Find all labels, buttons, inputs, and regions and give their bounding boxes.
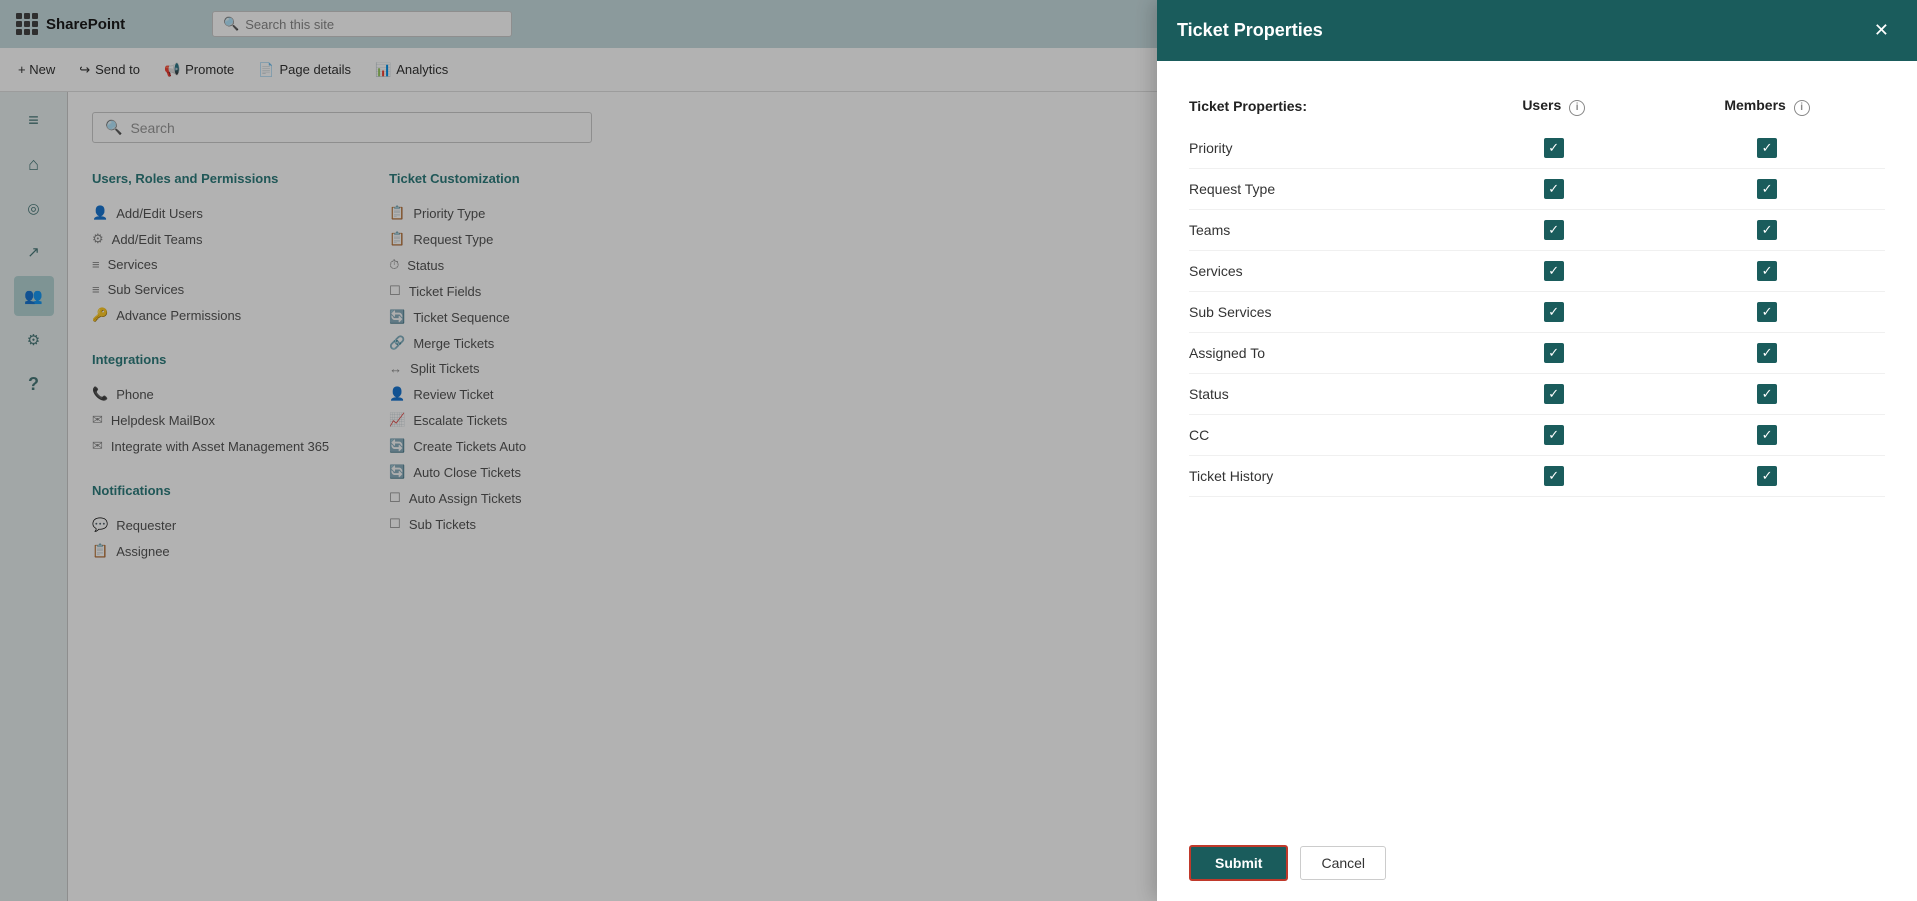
checkbox-checked-icon[interactable]: ✓ — [1544, 466, 1564, 486]
checkbox-checked-icon[interactable]: ✓ — [1757, 302, 1777, 322]
users-check-cell[interactable]: ✓ — [1458, 455, 1649, 496]
members-check-cell[interactable]: ✓ — [1649, 455, 1885, 496]
table-row: Request Type ✓ ✓ — [1189, 168, 1885, 209]
modal-header: Ticket Properties ✕ — [1157, 0, 1917, 61]
checkbox-checked-icon[interactable]: ✓ — [1757, 179, 1777, 199]
members-check-cell[interactable]: ✓ — [1649, 128, 1885, 169]
table-row: Status ✓ ✓ — [1189, 373, 1885, 414]
property-cell: Request Type — [1189, 168, 1458, 209]
checkbox-checked-icon[interactable]: ✓ — [1544, 220, 1564, 240]
users-check-cell[interactable]: ✓ — [1458, 373, 1649, 414]
members-check-cell[interactable]: ✓ — [1649, 291, 1885, 332]
users-info-icon[interactable]: i — [1569, 100, 1585, 116]
table-row: Ticket History ✓ ✓ — [1189, 455, 1885, 496]
table-row: Sub Services ✓ ✓ — [1189, 291, 1885, 332]
property-cell: CC — [1189, 414, 1458, 455]
users-check-cell[interactable]: ✓ — [1458, 128, 1649, 169]
properties-table: Ticket Properties: Users i Members i Pri… — [1189, 89, 1885, 497]
property-cell: Services — [1189, 250, 1458, 291]
property-cell: Assigned To — [1189, 332, 1458, 373]
checkbox-checked-icon[interactable]: ✓ — [1544, 261, 1564, 281]
checkbox-checked-icon[interactable]: ✓ — [1757, 384, 1777, 404]
modal-body: Ticket Properties: Users i Members i Pri… — [1157, 61, 1917, 825]
cancel-button[interactable]: Cancel — [1300, 846, 1386, 880]
property-cell: Priority — [1189, 128, 1458, 169]
users-check-cell[interactable]: ✓ — [1458, 209, 1649, 250]
checkbox-checked-icon[interactable]: ✓ — [1757, 343, 1777, 363]
ticket-properties-modal: Ticket Properties ✕ Ticket Properties: U… — [1157, 0, 1917, 901]
users-check-cell[interactable]: ✓ — [1458, 168, 1649, 209]
modal-title: Ticket Properties — [1177, 20, 1323, 41]
users-check-cell[interactable]: ✓ — [1458, 414, 1649, 455]
table-row: Priority ✓ ✓ — [1189, 128, 1885, 169]
property-cell: Ticket History — [1189, 455, 1458, 496]
table-row: CC ✓ ✓ — [1189, 414, 1885, 455]
table-row: Services ✓ ✓ — [1189, 250, 1885, 291]
members-info-icon[interactable]: i — [1794, 100, 1810, 116]
checkbox-checked-icon[interactable]: ✓ — [1544, 138, 1564, 158]
property-cell: Sub Services — [1189, 291, 1458, 332]
checkbox-checked-icon[interactable]: ✓ — [1757, 466, 1777, 486]
members-check-cell[interactable]: ✓ — [1649, 209, 1885, 250]
modal-close-button[interactable]: ✕ — [1866, 16, 1897, 45]
property-cell: Teams — [1189, 209, 1458, 250]
prop-column-header: Ticket Properties: — [1189, 89, 1458, 128]
users-check-cell[interactable]: ✓ — [1458, 332, 1649, 373]
checkbox-checked-icon[interactable]: ✓ — [1544, 384, 1564, 404]
users-column-header: Users i — [1458, 89, 1649, 128]
users-check-cell[interactable]: ✓ — [1458, 291, 1649, 332]
checkbox-checked-icon[interactable]: ✓ — [1544, 425, 1564, 445]
checkbox-checked-icon[interactable]: ✓ — [1757, 425, 1777, 445]
property-cell: Status — [1189, 373, 1458, 414]
checkbox-checked-icon[interactable]: ✓ — [1544, 302, 1564, 322]
modal-footer: Submit Cancel — [1157, 825, 1917, 901]
table-row: Teams ✓ ✓ — [1189, 209, 1885, 250]
submit-button[interactable]: Submit — [1189, 845, 1288, 881]
members-check-cell[interactable]: ✓ — [1649, 250, 1885, 291]
members-column-header: Members i — [1649, 89, 1885, 128]
checkbox-checked-icon[interactable]: ✓ — [1544, 343, 1564, 363]
users-check-cell[interactable]: ✓ — [1458, 250, 1649, 291]
members-check-cell[interactable]: ✓ — [1649, 332, 1885, 373]
table-row: Assigned To ✓ ✓ — [1189, 332, 1885, 373]
checkbox-checked-icon[interactable]: ✓ — [1757, 138, 1777, 158]
checkbox-checked-icon[interactable]: ✓ — [1757, 220, 1777, 240]
members-check-cell[interactable]: ✓ — [1649, 373, 1885, 414]
checkbox-checked-icon[interactable]: ✓ — [1757, 261, 1777, 281]
checkbox-checked-icon[interactable]: ✓ — [1544, 179, 1564, 199]
members-check-cell[interactable]: ✓ — [1649, 414, 1885, 455]
members-check-cell[interactable]: ✓ — [1649, 168, 1885, 209]
